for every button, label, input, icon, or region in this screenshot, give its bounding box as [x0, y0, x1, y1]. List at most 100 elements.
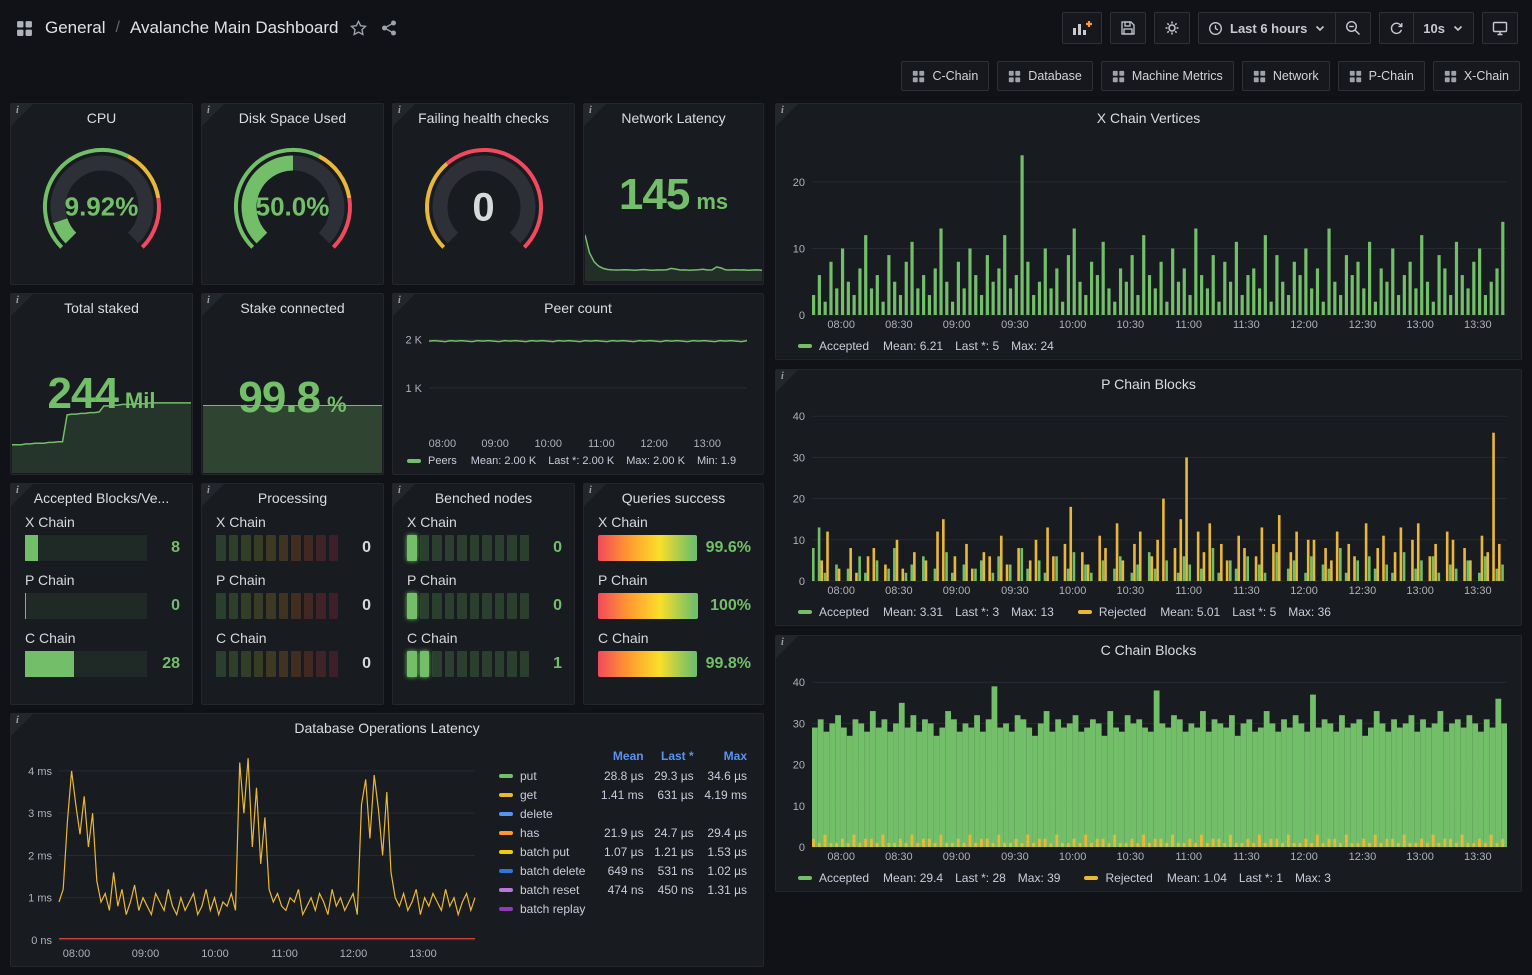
series-label[interactable]: delete [520, 807, 553, 821]
info-icon[interactable]: i [398, 485, 401, 496]
db-latency-chart[interactable]: 0 ns1 ms2 ms3 ms4 ms08:0009:0010:0011:00… [17, 744, 485, 962]
panel-title-disk[interactable]: Disk Space Used [202, 104, 383, 132]
cycle-view-button[interactable] [1482, 12, 1518, 44]
dashboards-grid-icon[interactable] [14, 18, 35, 39]
legend-item-rejected[interactable]: RejectedMean: 5.01Last *: 5Max: 36 [1078, 605, 1331, 619]
series-label[interactable]: get [520, 788, 537, 802]
series-label[interactable]: has [520, 826, 539, 840]
dashboard-link-c-chain[interactable]: C-Chain [901, 61, 989, 91]
panel-title-latency[interactable]: Network Latency [584, 104, 763, 132]
dashboard-link-p-chain[interactable]: P-Chain [1338, 61, 1425, 91]
legend-stat: Mean: 3.31 [883, 605, 943, 619]
legend-item-peers[interactable]: PeersMean: 2.00 KLast *: 2.00 KMax: 2.00… [407, 455, 736, 467]
panel-title-queries[interactable]: Queries success [584, 484, 763, 512]
info-icon[interactable]: i [781, 105, 784, 116]
series-label[interactable]: batch put [520, 845, 569, 859]
panel-title-stake-connected[interactable]: Stake connected [202, 294, 383, 322]
info-icon[interactable]: i [398, 295, 401, 306]
info-icon[interactable]: i [207, 485, 210, 496]
panel-title-x-vertices[interactable]: X Chain Vertices [776, 104, 1521, 132]
info-icon[interactable]: i [589, 485, 592, 496]
save-dashboard-button[interactable] [1110, 12, 1146, 44]
info-icon[interactable]: i [207, 105, 210, 116]
db-legend-header[interactable]: Last * [648, 746, 698, 766]
x-vertices-chart[interactable]: 0102008:0008:3009:0009:3010:0010:3011:00… [782, 132, 1513, 333]
peer-count-chart[interactable]: 1 K2 K08:0009:0010:0011:0012:0013:00 [399, 322, 755, 452]
legend-stat: Min: 1.9 [697, 455, 736, 467]
grid-icon [1444, 70, 1457, 83]
panel-c-chain-blocks: i C Chain Blocks 01020304008:0008:3009:0… [775, 635, 1522, 892]
series-label[interactable]: batch replay [520, 902, 585, 916]
legend-item-accepted[interactable]: AcceptedMean: 29.4Last *: 28Max: 39 [798, 871, 1060, 885]
info-icon[interactable]: i [16, 295, 19, 306]
zoom-out-button[interactable] [1335, 12, 1371, 44]
dashboard-link-machine-metrics[interactable]: Machine Metrics [1101, 61, 1234, 91]
dashboard-link-network[interactable]: Network [1242, 61, 1330, 91]
legend-item-rejected[interactable]: RejectedMean: 1.04Last *: 1Max: 3 [1084, 871, 1330, 885]
info-icon[interactable]: i [781, 371, 784, 382]
panel-info-corner[interactable] [11, 484, 33, 506]
panel-info-corner[interactable] [202, 294, 224, 316]
panel-title-c-blocks[interactable]: C Chain Blocks [776, 636, 1521, 664]
refresh-interval-select[interactable]: 10s [1413, 12, 1474, 44]
p-blocks-chart[interactable]: 01020304008:0008:3009:0009:3010:0010:301… [782, 398, 1513, 599]
refresh-button[interactable] [1379, 12, 1414, 44]
panel-title-health[interactable]: Failing health checks [393, 104, 574, 132]
series-label[interactable]: batch reset [520, 883, 579, 897]
db-legend-header[interactable]: Mean [594, 746, 647, 766]
panel-title-p-blocks[interactable]: P Chain Blocks [776, 370, 1521, 398]
breadcrumb-section[interactable]: General [45, 18, 105, 38]
dashboard-link-x-chain[interactable]: X-Chain [1433, 61, 1520, 91]
svg-text:3 ms: 3 ms [28, 808, 52, 820]
latency-sparkline[interactable] [585, 227, 762, 283]
lcd-cell [266, 535, 276, 561]
add-panel-button[interactable] [1062, 12, 1102, 44]
panel-title-accepted-blocks[interactable]: Accepted Blocks/Ve... [11, 484, 192, 512]
bar-track [25, 535, 147, 561]
disk-gauge-wrap: 50.0% [202, 130, 383, 282]
info-icon[interactable]: i [16, 105, 19, 116]
panel-info-corner[interactable] [11, 294, 33, 316]
panel-title-db-latency[interactable]: Database Operations Latency [11, 714, 763, 742]
share-icon[interactable] [379, 18, 399, 38]
panel-title-benched[interactable]: Benched nodes [393, 484, 574, 512]
series-label[interactable]: batch delete [520, 864, 585, 878]
svg-text:13:00: 13:00 [409, 948, 437, 960]
panel-info-corner[interactable] [202, 484, 224, 506]
panel-info-corner[interactable] [393, 104, 415, 126]
info-icon[interactable]: i [589, 105, 592, 116]
dashboard-link-database[interactable]: Database [997, 61, 1093, 91]
panel-title-processing[interactable]: Processing [202, 484, 383, 512]
panel-info-corner[interactable] [776, 636, 798, 658]
db-legend-header[interactable]: Max [698, 746, 751, 766]
panel-info-corner[interactable] [776, 370, 798, 392]
c-blocks-chart[interactable]: 01020304008:0008:3009:0009:3010:0010:301… [782, 664, 1513, 865]
panel-info-corner[interactable] [584, 104, 606, 126]
panel-info-corner[interactable] [393, 484, 415, 506]
legend-stat: Mean: 29.4 [883, 871, 943, 885]
panel-title-peer-count[interactable]: Peer count [393, 294, 763, 322]
legend-swatch [499, 793, 513, 797]
panel-info-corner[interactable] [393, 294, 415, 316]
info-icon[interactable]: i [16, 715, 19, 726]
panel-info-corner[interactable] [776, 104, 798, 126]
panel-title-cpu[interactable]: CPU [11, 104, 192, 132]
legend-item-accepted[interactable]: AcceptedMean: 3.31Last *: 3Max: 13 [798, 605, 1054, 619]
info-icon[interactable]: i [207, 295, 210, 306]
panel-info-corner[interactable] [584, 484, 606, 506]
series-label[interactable]: put [520, 769, 537, 783]
panel-x-chain-vertices: i X Chain Vertices 0102008:0008:3009:000… [775, 103, 1522, 360]
panel-info-corner[interactable] [202, 104, 224, 126]
panel-info-corner[interactable] [11, 714, 33, 736]
panel-title-staked[interactable]: Total staked [11, 294, 192, 322]
lcd-cell [407, 535, 417, 561]
page-title[interactable]: Avalanche Main Dashboard [130, 18, 339, 38]
panel-info-corner[interactable] [11, 104, 33, 126]
star-icon[interactable] [348, 18, 369, 39]
info-icon[interactable]: i [781, 637, 784, 648]
info-icon[interactable]: i [398, 105, 401, 116]
dashboard-settings-button[interactable] [1154, 12, 1190, 44]
info-icon[interactable]: i [16, 485, 19, 496]
legend-item-accepted[interactable]: AcceptedMean: 6.21Last *: 5Max: 24 [798, 339, 1054, 353]
time-range-picker[interactable]: Last 6 hours [1198, 12, 1336, 44]
